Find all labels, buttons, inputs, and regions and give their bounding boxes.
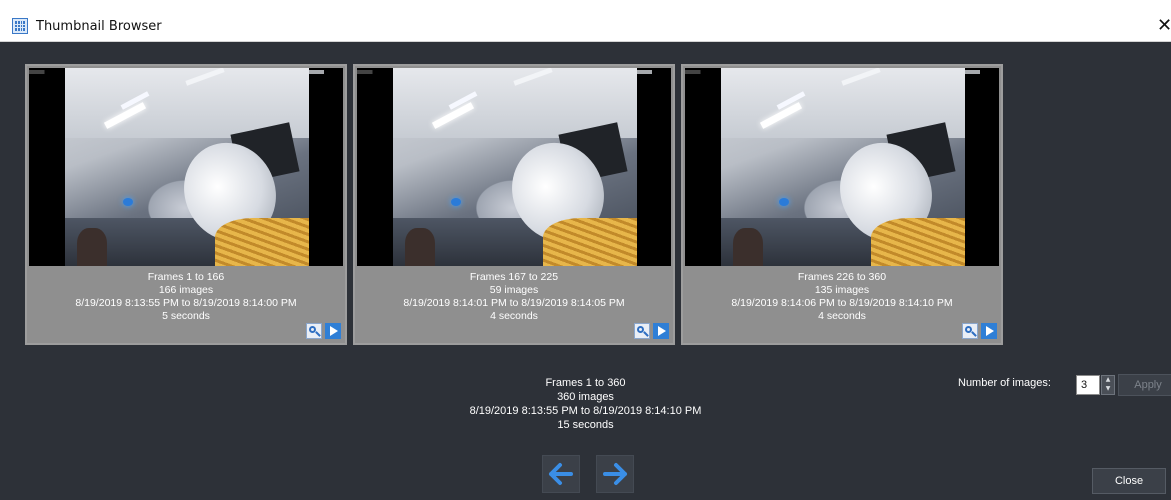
thumbnail-duration: 4 seconds	[490, 310, 538, 322]
thumbnail-card[interactable]: Frames 1 to 166 166 images 8/19/2019 8:1…	[25, 64, 347, 345]
thumbnail-range: 8/19/2019 8:13:55 PM to 8/19/2019 8:14:0…	[75, 297, 297, 309]
apply-button[interactable]: Apply	[1118, 374, 1171, 396]
number-of-images-spinner[interactable]: ▲ ▼	[1101, 375, 1115, 395]
thumbnail-card[interactable]: Frames 226 to 360 135 images 8/19/2019 8…	[681, 64, 1003, 345]
thumbnail-info: Frames 167 to 225 59 images 8/19/2019 8:…	[355, 271, 673, 323]
window-title: Thumbnail Browser	[36, 18, 162, 34]
thumbnail-images: 166 images	[158, 284, 214, 296]
thumbnail-frames: Frames 226 to 360	[797, 271, 887, 283]
top-strip	[0, 0, 1171, 11]
thumbnail-image[interactable]	[357, 68, 671, 266]
thumbnail-range: 8/19/2019 8:14:06 PM to 8/19/2019 8:14:1…	[731, 297, 953, 309]
thumbnail-frames: Frames 1 to 166	[147, 271, 225, 283]
title-bar: Thumbnail Browser ✕	[0, 11, 1171, 42]
summary-range: 8/19/2019 8:13:55 PM to 8/19/2019 8:14:1…	[469, 405, 702, 417]
camera-frame	[65, 68, 309, 266]
zoom-search-icon[interactable]	[306, 323, 322, 339]
close-window-icon[interactable]: ✕	[1157, 11, 1171, 41]
summary-images: 360 images	[557, 391, 614, 403]
previous-arrow-button[interactable]	[542, 455, 580, 493]
thumbnail-duration: 4 seconds	[818, 310, 866, 322]
arrow-left-icon	[549, 463, 573, 485]
zoom-search-icon[interactable]	[962, 323, 978, 339]
camera-frame	[721, 68, 965, 266]
arrow-right-icon	[603, 463, 627, 485]
thumbnail-image[interactable]	[29, 68, 343, 266]
thumbnail-images: 59 images	[489, 284, 539, 296]
spin-down-icon[interactable]: ▼	[1102, 385, 1114, 394]
spin-up-icon[interactable]: ▲	[1102, 376, 1114, 385]
thumbnail-info: Frames 1 to 166 166 images 8/19/2019 8:1…	[27, 271, 345, 323]
close-button[interactable]: Close	[1092, 468, 1166, 494]
number-of-images-label: Number of images:	[958, 377, 1051, 389]
thumbnail-image[interactable]	[685, 68, 999, 266]
thumbnail-grid-icon	[12, 18, 28, 34]
thumbnail-strip: Frames 1 to 166 166 images 8/19/2019 8:1…	[25, 64, 1003, 345]
play-icon[interactable]	[325, 323, 341, 339]
thumbnail-duration: 5 seconds	[162, 310, 210, 322]
thumbnail-images: 135 images	[814, 284, 870, 296]
number-of-images-input[interactable]: 3	[1076, 375, 1100, 395]
camera-frame	[393, 68, 637, 266]
thumbnail-info: Frames 226 to 360 135 images 8/19/2019 8…	[683, 271, 1001, 323]
zoom-search-icon[interactable]	[634, 323, 650, 339]
play-icon[interactable]	[653, 323, 669, 339]
thumbnail-range: 8/19/2019 8:14:01 PM to 8/19/2019 8:14:0…	[403, 297, 625, 309]
next-arrow-button[interactable]	[596, 455, 634, 493]
thumbnail-card[interactable]: Frames 167 to 225 59 images 8/19/2019 8:…	[353, 64, 675, 345]
thumbnail-frames: Frames 167 to 225	[469, 271, 559, 283]
summary-duration: 15 seconds	[557, 419, 614, 431]
play-icon[interactable]	[981, 323, 997, 339]
